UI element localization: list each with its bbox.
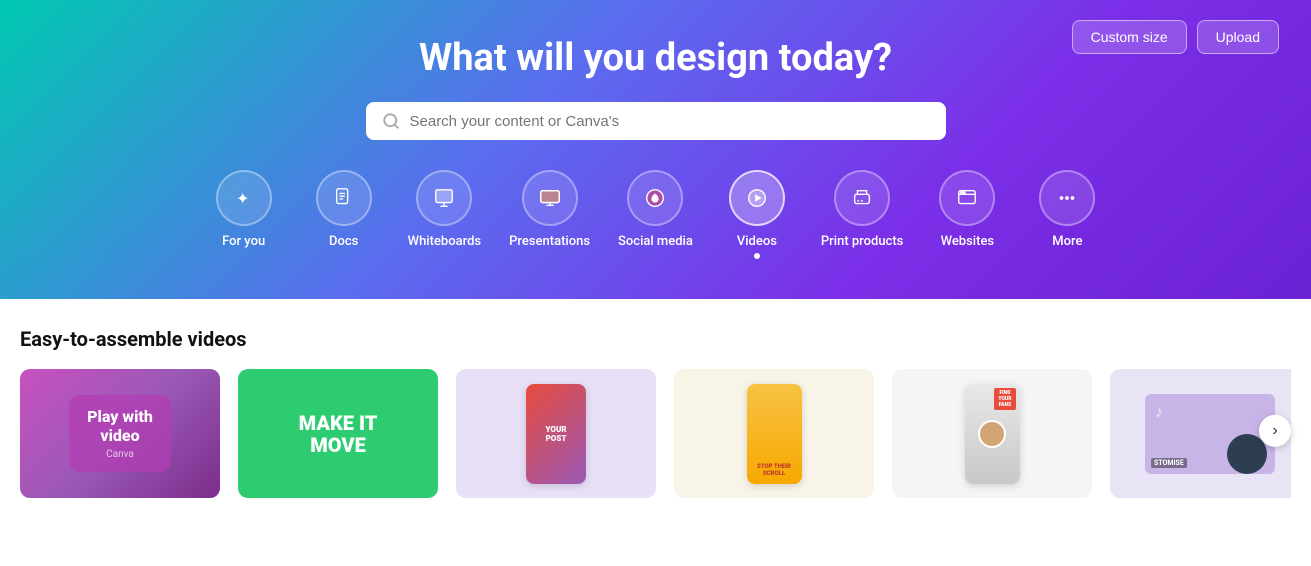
presentations-icon-circle [522,170,578,226]
section-title: Easy-to-assemble videos [20,327,1291,351]
play-with-video-text: Play withvideo [87,407,153,445]
search-icon [382,112,400,130]
search-bar-container [20,102,1291,140]
nav-item-presentations[interactable]: Presentations [509,170,590,259]
docs-label: Docs [329,234,358,249]
music-note-icon: ♪ [1155,402,1163,422]
canva-logo: Canva [87,449,153,460]
print-products-icon-circle [834,170,890,226]
whiteboards-label: Whiteboards [408,234,481,249]
insta-screen: STOP THEIRSCROLL [747,384,802,484]
websites-icon-circle [939,170,995,226]
next-arrow-button[interactable]: › [1259,414,1291,446]
main-content: Easy-to-assemble videos Play withvideo C… [0,299,1311,522]
videos-label: Videos [737,234,777,249]
presentations-label: Presentations [509,234,590,249]
card-instagram-reel[interactable]: STOP THEIRSCROLL Instagram Reel [674,369,874,498]
card-facebook-video[interactable]: YOURPOST Facebook Video [456,369,656,498]
card-instagram-reel-thumb: STOP THEIRSCROLL [674,369,874,498]
nav-item-websites[interactable]: Websites [931,170,1003,259]
card-video-thumb: Play withvideo Canva [20,369,220,498]
card-tiktok-video-thumb: FINDYOURFANS [892,369,1092,498]
tiktok-phone-mockup: FINDYOURFANS [965,384,1020,484]
make-it-move-text: MAKE ITMOVE [299,412,378,456]
play-with-video-banner: Play withvideo Canva [69,395,171,472]
cards-row: Play withvideo Canva Video MAKE ITMOVE M… [20,369,1291,498]
card-mobile-video[interactable]: MAKE ITMOVE Mobile Video [238,369,438,498]
card-mobile-video-thumb: MAKE ITMOVE [238,369,438,498]
docs-icon-circle [316,170,372,226]
nav-item-more[interactable]: More [1031,170,1103,259]
active-indicator [754,253,760,259]
nav-item-for-you[interactable]: ✦ For you [208,170,280,259]
nav-item-whiteboards[interactable]: Whiteboards [408,170,481,259]
nav-item-videos[interactable]: Videos [721,170,793,259]
cards-container: Play withvideo Canva Video MAKE ITMOVE M… [20,369,1291,498]
social-media-icon-circle [627,170,683,226]
social-media-label: Social media [618,234,693,249]
card-tiktok-video[interactable]: FINDYOURFANS TikTok Video [892,369,1092,498]
print-products-label: Print products [821,234,903,249]
websites-label: Websites [941,234,995,249]
videos-icon-circle [729,170,785,226]
search-input[interactable] [410,113,930,130]
card-video[interactable]: Play withvideo Canva Video [20,369,220,498]
tiktok-screen: FINDYOURFANS [965,384,1020,484]
for-you-icon-circle: ✦ [216,170,272,226]
more-label: More [1052,234,1082,249]
upload-button[interactable]: Upload [1197,20,1279,54]
nav-item-social-media[interactable]: Social media [618,170,693,259]
nav-item-docs[interactable]: Docs [308,170,380,259]
custom-size-button[interactable]: Custom size [1072,20,1187,54]
hero-buttons: Custom size Upload [1072,20,1279,54]
search-bar [366,102,946,140]
yt-thumb-inner: ♪ STOMISE [1145,394,1275,474]
hero-section: Custom size Upload What will you design … [0,0,1311,299]
nav-item-print-products[interactable]: Print products [821,170,903,259]
insta-phone-mockup: STOP THEIRSCROLL [747,384,802,484]
your-post-text: YOURPOST [526,384,586,484]
whiteboards-icon-circle [416,170,472,226]
yt-stomise-label: STOMISE [1151,458,1187,468]
phone-mockup: YOURPOST [526,384,586,484]
tiktok-face [978,420,1006,448]
for-you-label: For you [222,234,265,249]
more-icon-circle [1039,170,1095,226]
find-your-fans-badge: FINDYOURFANS [994,388,1015,410]
nav-icons: ✦ For you Docs Whiteboards Presentations [20,170,1291,259]
card-facebook-video-thumb: YOURPOST [456,369,656,498]
stop-their-scroll-text: STOP THEIRSCROLL [757,463,791,477]
svg-text:✦: ✦ [236,189,249,208]
